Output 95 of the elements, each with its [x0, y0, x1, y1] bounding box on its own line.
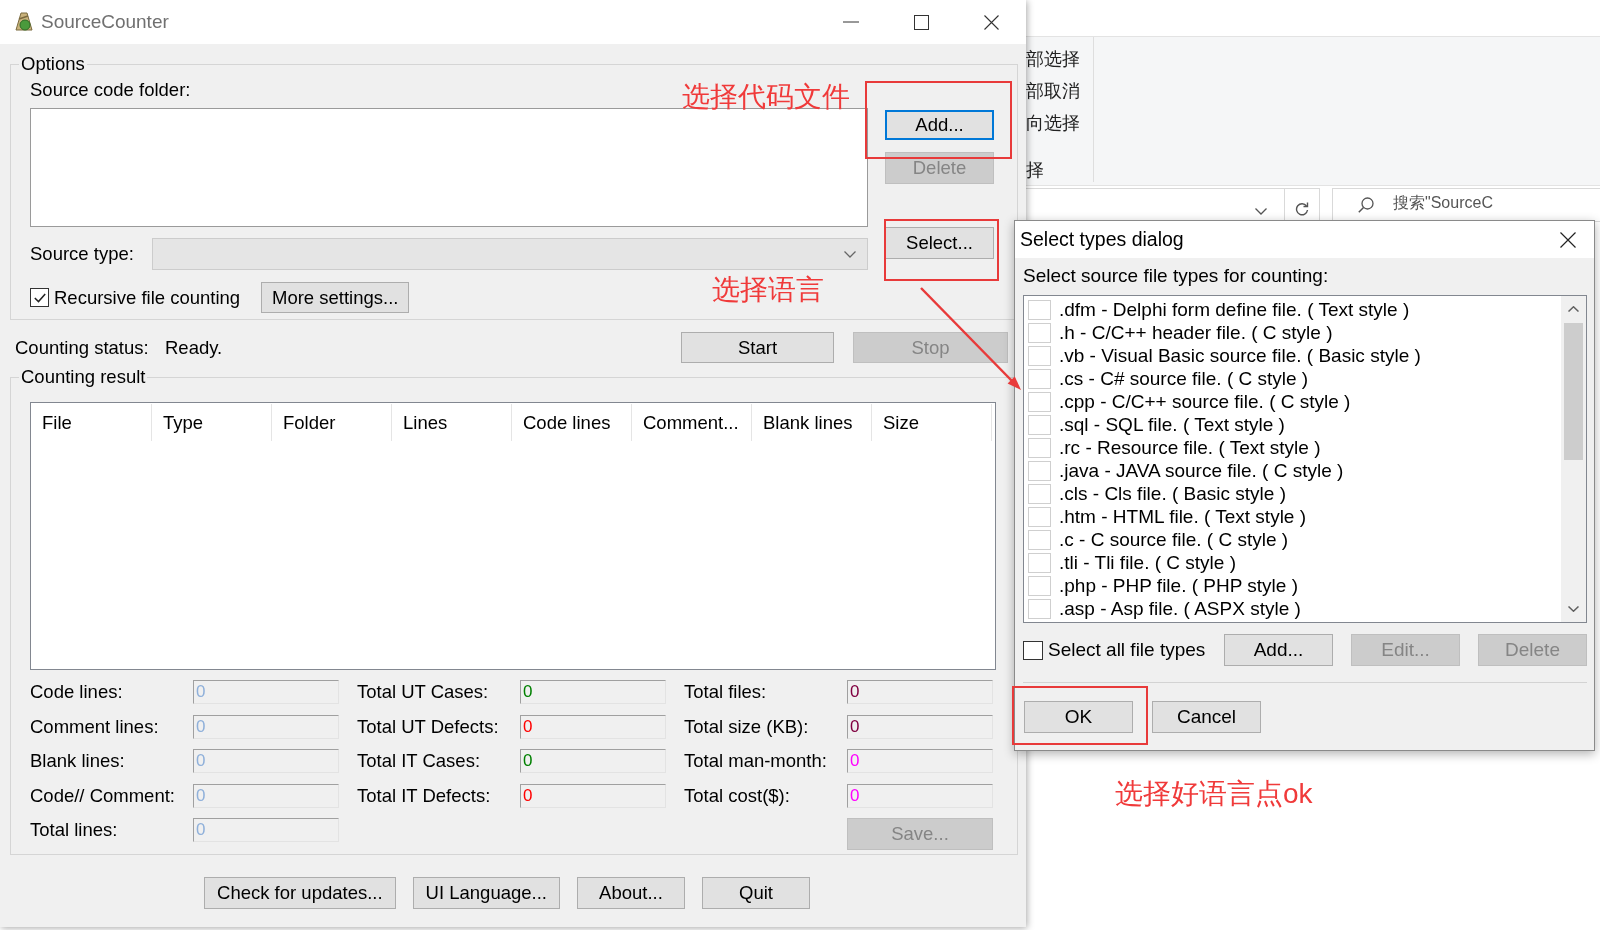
file-type-label[interactable]: .sql - SQL file. ( Text style )	[1059, 413, 1285, 436]
file-type-label[interactable]: .c - C source file. ( C style )	[1059, 528, 1289, 551]
group-title: Counting result	[20, 366, 147, 388]
quit-button[interactable]: Quit	[701, 877, 810, 909]
column-header[interactable]: File	[31, 404, 152, 441]
ui-language-button[interactable]: UI Language...	[412, 877, 560, 909]
stat-field: 0	[193, 749, 339, 773]
stat-field: 0	[193, 783, 339, 808]
file-type-label[interactable]: .asp - Asp file. ( ASPX style )	[1059, 597, 1301, 620]
annotation-text: 选择代码文件	[682, 81, 850, 113]
annotation-text: 选择好语言点ok	[1115, 778, 1313, 810]
file-type-label[interactable]: .dfm - Delphi form define file. ( Text style )	[1059, 298, 1410, 321]
column-header[interactable]: Comment...	[632, 404, 752, 441]
stat-label: Total IT Defects:	[357, 783, 492, 808]
refresh-icon[interactable]	[1294, 202, 1309, 216]
file-type-label[interactable]: .h - C/C++ header file. ( C style )	[1059, 321, 1333, 344]
status-value: Ready.	[165, 336, 223, 359]
minimize-icon[interactable]	[843, 21, 859, 23]
group-title: Options	[20, 53, 86, 75]
stat-label: Blank lines:	[30, 749, 126, 773]
ok-button[interactable]: OK	[1024, 701, 1133, 733]
file-type-label[interactable]: .cs - C# source file. ( C style )	[1059, 367, 1309, 390]
chevron-down-icon[interactable]	[1254, 208, 1267, 215]
close-icon[interactable]	[1560, 231, 1576, 248]
field-label: Source type:	[30, 243, 135, 265]
scroll-thumb[interactable]	[1564, 323, 1583, 460]
file-type-label[interactable]: .cpp - C/C++ source file. ( C style )	[1059, 390, 1351, 413]
add-type-button[interactable]: Add...	[1224, 634, 1333, 666]
column-header[interactable]: Lines	[392, 404, 512, 441]
dialog-prompt: Select source file types for counting:	[1023, 266, 1330, 286]
checkbox-label[interactable]: Select all file types	[1048, 639, 1206, 661]
stat-field: 0	[193, 714, 339, 739]
stat-label: Total UT Defects:	[357, 714, 500, 739]
add-button[interactable]: Add...	[885, 110, 994, 140]
column-header[interactable]: Type	[152, 404, 272, 441]
stat-field: 0	[847, 714, 993, 739]
stat-label: Total UT Cases:	[357, 680, 490, 704]
file-type-label[interactable]: .tli - Tli file. ( C style )	[1059, 551, 1236, 574]
status-label: Counting status:	[15, 336, 150, 359]
close-icon[interactable]	[984, 14, 999, 30]
scroll-down-icon[interactable]	[1568, 606, 1579, 612]
cancel-button[interactable]: Cancel	[1152, 701, 1261, 733]
search-field[interactable]: 搜索"SourceC	[1332, 188, 1600, 222]
app-icon	[12, 10, 36, 34]
annotation-text: 选择语言	[712, 274, 824, 306]
more-settings-button[interactable]: More settings...	[261, 282, 410, 313]
select-button[interactable]: Select...	[885, 227, 994, 259]
check-updates-button[interactable]: Check for updates...	[204, 877, 396, 909]
stat-label: Total size (KB):	[684, 714, 810, 739]
dialog-title: Select types dialog	[1020, 228, 1184, 251]
chevron-down-icon	[844, 250, 856, 258]
scroll-up-icon[interactable]	[1568, 306, 1579, 312]
stat-label: Comment lines:	[30, 714, 160, 739]
ribbon-item[interactable]: 部取消	[1026, 77, 1093, 105]
field-label: Source code folder:	[30, 80, 191, 100]
ribbon-item[interactable]: 部选择	[1026, 45, 1093, 73]
stat-field: 0	[520, 749, 666, 773]
stat-field: 0	[520, 714, 666, 739]
stat-field: 0	[847, 749, 993, 773]
stat-label: Code// Comment:	[30, 783, 176, 808]
column-header[interactable]: Size	[872, 404, 992, 441]
maximize-icon[interactable]	[914, 14, 929, 30]
about-button[interactable]: About...	[576, 877, 685, 909]
stat-label: Total IT Cases:	[357, 749, 482, 773]
file-type-label[interactable]: .java - JAVA source file. ( C style )	[1059, 459, 1344, 482]
search-icon	[1358, 197, 1374, 213]
start-button[interactable]: Start	[681, 332, 834, 363]
stat-label: Code lines:	[30, 680, 124, 704]
stat-field: 0	[193, 680, 339, 704]
ribbon-item[interactable]: 向选择	[1026, 109, 1093, 137]
stat-field: 0	[520, 783, 666, 808]
column-header[interactable]: Blank lines	[752, 404, 872, 441]
file-type-label[interactable]: .htm - HTML file. ( Text style )	[1059, 505, 1307, 528]
ribbon-item[interactable]: 择	[1026, 156, 1093, 184]
checkbox[interactable]	[30, 288, 49, 307]
stat-field: 0	[847, 680, 993, 704]
scrollbar[interactable]	[1561, 296, 1586, 622]
column-header[interactable]: Folder	[272, 404, 392, 441]
folder-list[interactable]	[30, 108, 868, 227]
checkbox-label[interactable]: Recursive file counting	[54, 286, 241, 309]
stat-field: 0	[193, 818, 339, 842]
file-type-label[interactable]: .vb - Visual Basic source file. ( Basic style )	[1059, 344, 1421, 367]
checkbox[interactable]	[1023, 640, 1043, 660]
checkmark-icon	[33, 292, 46, 303]
column-header[interactable]: Code lines	[512, 404, 632, 441]
stat-field: 0	[847, 783, 993, 808]
stat-label: Total lines:	[30, 818, 119, 842]
window-title: SourceCounter	[41, 11, 169, 33]
file-type-label[interactable]: .php - PHP file. ( PHP style )	[1059, 574, 1298, 597]
stat-field: 0	[520, 680, 666, 704]
file-type-label[interactable]: .rc - Resource file. ( Text style )	[1059, 436, 1321, 459]
stat-label: Total man-month:	[684, 749, 828, 773]
stat-label: Total cost($):	[684, 783, 791, 808]
file-type-label[interactable]: .cls - Cls file. ( Basic style )	[1059, 482, 1286, 505]
stat-label: Total files:	[684, 680, 768, 704]
